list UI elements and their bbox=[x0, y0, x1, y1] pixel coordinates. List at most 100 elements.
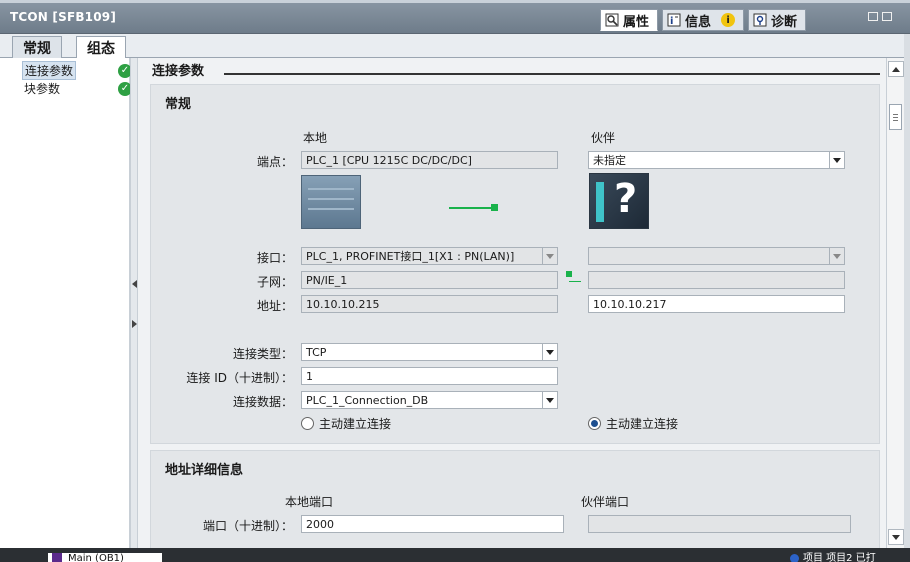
interface-label: 接口： bbox=[256, 251, 293, 265]
bottom-taskbar: Main (OB1) 项目 项目2 已打 bbox=[0, 548, 910, 562]
connection-data-select[interactable]: PLC_1_Connection_DB bbox=[301, 391, 558, 409]
address-label: 地址： bbox=[256, 299, 293, 313]
radio-circle-selected[interactable] bbox=[588, 417, 601, 430]
interface-local-value: PLC_1, PROFINET接口_1[X1 : PN(LAN)] bbox=[306, 250, 515, 263]
taskbar-item-main-ob1[interactable]: Main (OB1) bbox=[48, 553, 162, 562]
unknown-partner-image: ? bbox=[589, 173, 649, 229]
active-partner-radio[interactable]: 主动建立连接 bbox=[588, 415, 678, 432]
tab-info[interactable]: i 信息 i bbox=[662, 9, 745, 31]
scroll-up-icon[interactable] bbox=[888, 61, 904, 77]
info-icon: i bbox=[667, 13, 681, 27]
endpoint-partner-select[interactable]: 未指定 bbox=[588, 151, 845, 169]
general-group: 常规 本地 伙伴 端点： PLC_1 [CPU 1215C DC/DC/DC] … bbox=[150, 84, 880, 444]
active-local-label: 主动建立连接 bbox=[319, 417, 392, 431]
section-tabs: 常规 组态 bbox=[0, 34, 910, 59]
svg-text:i: i bbox=[670, 16, 673, 27]
general-title: 常规 bbox=[165, 97, 192, 112]
pane-splitter[interactable] bbox=[130, 58, 138, 548]
active-local-radio[interactable]: 主动建立连接 bbox=[301, 415, 391, 432]
collapse-left-icon[interactable] bbox=[132, 280, 137, 288]
chevron-down-icon[interactable] bbox=[829, 152, 844, 168]
partner-port-input bbox=[588, 515, 851, 533]
nav-item-label: 块参数 bbox=[24, 82, 61, 96]
subnet-local-field: PN/IE_1 bbox=[301, 271, 558, 289]
restore-icon[interactable] bbox=[868, 12, 878, 21]
connection-port-icon bbox=[491, 204, 498, 211]
active-partner-label: 主动建立连接 bbox=[606, 417, 679, 431]
taskbar-item-label: Main (OB1) bbox=[68, 553, 124, 562]
connection-id-label: 连接 ID（十进制）： bbox=[186, 371, 293, 385]
address-partner-field[interactable]: 10.10.10.217 bbox=[588, 295, 845, 313]
port-label: 端口（十进制）： bbox=[202, 519, 293, 533]
chevron-down-icon[interactable] bbox=[542, 248, 557, 264]
subnet-partner-field bbox=[588, 271, 845, 289]
tab-diagnostics[interactable]: 诊断 bbox=[748, 9, 807, 31]
local-port-value: 2000 bbox=[306, 517, 334, 531]
partner-port-header: 伙伴端口 bbox=[581, 495, 630, 509]
scroll-thumb[interactable] bbox=[889, 104, 902, 130]
parameter-nav: 连接参数 ✓ 块参数 ✓ bbox=[8, 58, 132, 548]
tab-configuration[interactable]: 组态 bbox=[76, 36, 126, 59]
tab-properties[interactable]: 属性 bbox=[600, 9, 659, 31]
nav-item-connection-params[interactable]: 连接参数 ✓ bbox=[22, 61, 132, 80]
section-divider bbox=[224, 73, 880, 75]
endpoint-partner-value: 未指定 bbox=[593, 154, 626, 167]
chevron-down-icon[interactable] bbox=[542, 344, 557, 360]
endpoint-local-field: PLC_1 [CPU 1215C DC/DC/DC] bbox=[301, 151, 558, 169]
project-status-text: 项目 项目2 已打 bbox=[803, 553, 876, 562]
window-title: TCON [SFB109] bbox=[10, 10, 117, 24]
vertical-scrollbar[interactable] bbox=[886, 58, 904, 548]
chevron-down-icon[interactable] bbox=[542, 392, 557, 408]
connection-id-input[interactable]: 1 bbox=[301, 367, 558, 385]
endpoint-local-value: PLC_1 [CPU 1215C DC/DC/DC] bbox=[306, 153, 472, 167]
address-details-group: 地址详细信息 本地端口 伙伴端口 端口（十进制）： 2000 bbox=[150, 450, 880, 548]
warning-icon: i bbox=[721, 13, 736, 27]
interface-partner-select bbox=[588, 247, 845, 265]
expand-right-icon[interactable] bbox=[132, 320, 137, 328]
local-column-header: 本地 bbox=[303, 131, 328, 145]
connection-data-label: 连接数据： bbox=[232, 395, 293, 409]
subnet-local-value: PN/IE_1 bbox=[306, 273, 348, 287]
local-port-input[interactable]: 2000 bbox=[301, 515, 564, 533]
top-strip bbox=[0, 0, 910, 3]
address-partner-value: 10.10.10.217 bbox=[593, 297, 667, 311]
connection-type-label: 连接类型： bbox=[232, 347, 293, 361]
interface-local-select[interactable]: PLC_1, PROFINET接口_1[X1 : PN(LAN)] bbox=[301, 247, 558, 265]
connection-type-value: TCP bbox=[306, 345, 327, 359]
tab-general[interactable]: 常规 bbox=[12, 36, 62, 58]
connection-params-panel: 连接参数 常规 本地 伙伴 端点： PLC_1 [CPU 1215C DC/DC… bbox=[138, 58, 886, 548]
connection-data-value: PLC_1_Connection_DB bbox=[306, 393, 429, 407]
tab-diagnostics-label: 诊断 bbox=[771, 14, 798, 30]
chevron-down-icon bbox=[829, 248, 844, 264]
section-title: 连接参数 bbox=[152, 64, 205, 79]
diagnostics-icon bbox=[753, 13, 767, 27]
plc-device-image bbox=[301, 175, 361, 229]
properties-icon bbox=[605, 13, 619, 27]
inspector-header: TCON [SFB109] 属性 i 信息 i 诊断 bbox=[0, 0, 910, 34]
connection-line bbox=[449, 207, 493, 209]
scroll-down-icon[interactable] bbox=[888, 529, 904, 545]
address-local-value: 10.10.10.215 bbox=[306, 297, 380, 311]
tab-general-label: 常规 bbox=[23, 40, 51, 57]
connection-type-select[interactable]: TCP bbox=[301, 343, 558, 361]
connection-id-value: 1 bbox=[306, 369, 313, 383]
ob-block-icon bbox=[52, 553, 62, 562]
endpoint-label: 端点： bbox=[256, 155, 293, 169]
tab-configuration-label: 组态 bbox=[87, 41, 115, 57]
project-status-icon bbox=[790, 554, 799, 562]
address-local-field: 10.10.10.215 bbox=[301, 295, 558, 313]
radio-circle[interactable] bbox=[301, 417, 314, 430]
subnet-link-line bbox=[569, 281, 581, 282]
partner-column-header: 伙伴 bbox=[591, 131, 616, 145]
local-port-header: 本地端口 bbox=[285, 495, 334, 509]
project-status: 项目 项目2 已打 bbox=[790, 553, 876, 562]
nav-item-label: 连接参数 bbox=[22, 61, 77, 80]
nav-item-block-params[interactable]: 块参数 ✓ bbox=[22, 80, 132, 97]
address-details-title: 地址详细信息 bbox=[165, 463, 244, 478]
minimize-icon[interactable] bbox=[882, 12, 892, 21]
subnet-label: 子网： bbox=[256, 275, 293, 289]
tab-properties-label: 属性 bbox=[623, 14, 650, 30]
window-controls bbox=[868, 12, 892, 21]
subnet-link-icon bbox=[566, 271, 572, 277]
right-edge bbox=[904, 34, 910, 548]
